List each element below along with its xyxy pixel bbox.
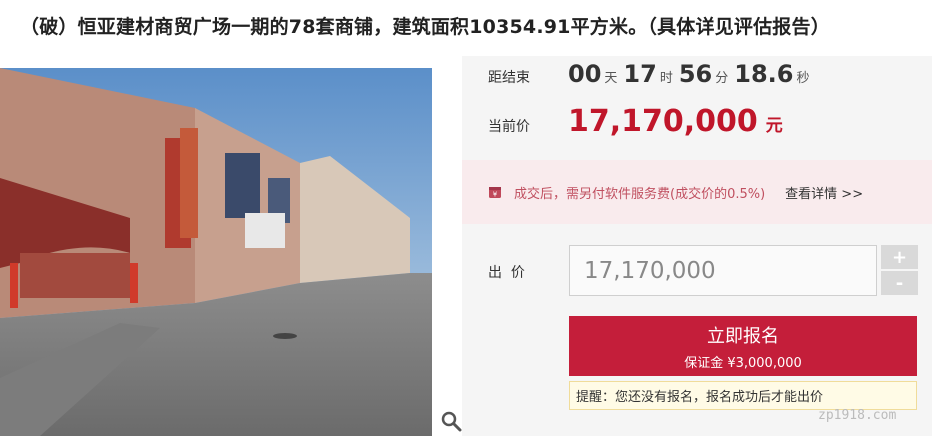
countdown-timer: 00 天 17 时 56 分 18.6 秒 [568, 60, 816, 88]
countdown-seconds: 18.6 [734, 60, 794, 88]
days-unit: 天 [604, 71, 618, 86]
current-price-row: 当前价 17,170,000 元 [462, 104, 783, 139]
increase-bid-button[interactable]: + [881, 245, 918, 269]
page-title: （破）恒亚建材商贸广场一期的78套商铺，建筑面积10354.91平方米。（具体详… [20, 16, 830, 38]
countdown-days: 00 [568, 60, 602, 88]
signup-label: 立即报名 [707, 325, 779, 347]
countdown-minutes: 56 [678, 60, 713, 88]
deposit-amount: 保证金 ¥3,000,000 [684, 355, 802, 371]
service-fee-text: 成交后，需另付软件服务费(成交价的0.5%) [514, 186, 766, 202]
service-fee-notice: ¥ 成交后，需另付软件服务费(成交价的0.5%) 查看详情 >> [462, 160, 932, 224]
countdown-label: 距结束 [488, 70, 530, 86]
countdown-row: 距结束 00 天 17 时 56 分 18.6 秒 [462, 60, 816, 88]
signup-button[interactable]: 立即报名 保证金 ¥3,000,000 [569, 316, 917, 376]
bid-amount-input[interactable] [569, 245, 877, 296]
countdown-hours: 17 [623, 60, 657, 88]
current-price-unit: 元 [765, 116, 783, 136]
watermark: zp1918.com [818, 408, 897, 423]
property-photo[interactable] [0, 68, 432, 436]
decrease-bid-button[interactable]: - [881, 271, 918, 295]
current-price-label: 当前价 [488, 119, 530, 135]
hours-unit: 时 [659, 71, 673, 86]
building-image [0, 68, 432, 436]
reminder-box: 提醒：您还没有报名，报名成功后才能出价 [569, 381, 917, 410]
seconds-unit: 秒 [796, 71, 810, 86]
svg-text:¥: ¥ [493, 191, 498, 199]
auction-panel: 距结束 00 天 17 时 56 分 18.6 秒 当前价 17,170,000… [462, 56, 932, 436]
current-price-value: 17,170,000 [568, 104, 758, 139]
minutes-unit: 分 [715, 71, 729, 86]
fee-icon: ¥ [489, 187, 501, 199]
view-details-link[interactable]: 查看详情 >> [785, 183, 863, 202]
bid-label: 出 价 [488, 265, 525, 281]
